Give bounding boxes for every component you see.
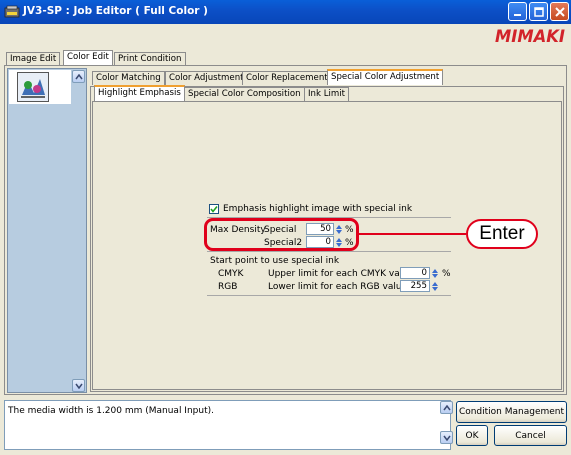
- enter-callout: Enter: [466, 219, 538, 249]
- tab-special-color-adjustment[interactable]: Special Color Adjustment: [327, 69, 444, 85]
- rgb-limit-spinner[interactable]: [430, 280, 439, 292]
- main-tab-strip: Image Edit Color Edit Print Condition: [6, 50, 306, 66]
- tab-color-adjustment[interactable]: Color Adjustment: [165, 71, 248, 85]
- close-button[interactable]: [550, 2, 569, 21]
- cancel-button[interactable]: Cancel: [494, 425, 567, 446]
- maximize-button[interactable]: [529, 2, 548, 21]
- chevron-up-icon: [74, 73, 83, 79]
- cmyk-limit-input[interactable]: 0: [400, 267, 430, 279]
- tab-print-condition[interactable]: Print Condition: [114, 52, 186, 66]
- condition-management-button[interactable]: Condition Management: [456, 401, 567, 423]
- rgb-description: Lower limit for each RGB value: [268, 282, 408, 292]
- status-scroll-up-button[interactable]: [440, 401, 453, 414]
- title-bar: JV3-SP : Job Editor ( Full Color ): [0, 0, 571, 24]
- svg-text:MIMAKI: MIMAKI: [495, 27, 565, 45]
- highlight-emphasis-label: Emphasis highlight image with special in…: [223, 204, 413, 214]
- tab-color-replacement[interactable]: Color Replacement: [242, 71, 332, 85]
- minimize-icon: [513, 13, 521, 16]
- window-title: JV3-SP : Job Editor ( Full Color ): [23, 5, 208, 17]
- rgb-limit-input[interactable]: 255: [400, 280, 430, 292]
- app-icon: [4, 4, 20, 20]
- chevron-up-icon: [442, 404, 451, 410]
- checkmark-icon: [210, 206, 218, 213]
- minimize-button[interactable]: [508, 2, 527, 21]
- ok-button[interactable]: OK: [456, 425, 488, 446]
- cmyk-description: Upper limit for each CMYK value: [268, 269, 414, 279]
- status-message-box: The media width is 1.200 mm (Manual Inpu…: [4, 400, 451, 450]
- cmyk-limit-spinner[interactable]: [430, 267, 439, 279]
- status-scroll-down-button[interactable]: [440, 431, 453, 444]
- highlight-callout-box: [204, 218, 359, 251]
- close-icon: [554, 6, 565, 17]
- tab-color-matching[interactable]: Color Matching: [92, 71, 165, 85]
- maximize-icon: [533, 6, 544, 17]
- image-thumbnail[interactable]: [17, 72, 49, 102]
- tab-highlight-emphasis[interactable]: Highlight Emphasis: [94, 85, 185, 101]
- list-scroll-up-button[interactable]: [72, 70, 85, 83]
- chevron-down-icon: [442, 435, 451, 441]
- callout-connector: [359, 233, 466, 235]
- mimaki-logo: MIMAKI: [495, 27, 567, 48]
- color-edit-tab-strip: Color Matching Color Adjustment Color Re…: [92, 69, 562, 86]
- brand-strip: MIMAKI: [0, 24, 571, 50]
- tab-special-color-composition[interactable]: Special Color Composition: [184, 87, 305, 101]
- image-list[interactable]: [7, 68, 87, 393]
- divider: [207, 295, 451, 296]
- rgb-label: RGB: [218, 282, 238, 292]
- status-text: The media width is 1.200 mm (Manual Inpu…: [8, 406, 214, 416]
- list-scroll-down-button[interactable]: [72, 379, 85, 392]
- highlight-emphasis-checkbox[interactable]: [209, 204, 219, 214]
- start-point-label: Start point to use special ink: [210, 256, 340, 266]
- tab-image-edit[interactable]: Image Edit: [6, 52, 61, 66]
- tab-ink-limit[interactable]: Ink Limit: [304, 87, 349, 101]
- divider: [207, 251, 451, 252]
- special-tab-strip: Highlight Emphasis Special Color Composi…: [94, 85, 394, 101]
- tab-color-edit[interactable]: Color Edit: [63, 50, 113, 66]
- cmyk-label: CMYK: [218, 269, 244, 279]
- chevron-down-icon: [74, 383, 83, 389]
- percent-unit: %: [442, 269, 451, 279]
